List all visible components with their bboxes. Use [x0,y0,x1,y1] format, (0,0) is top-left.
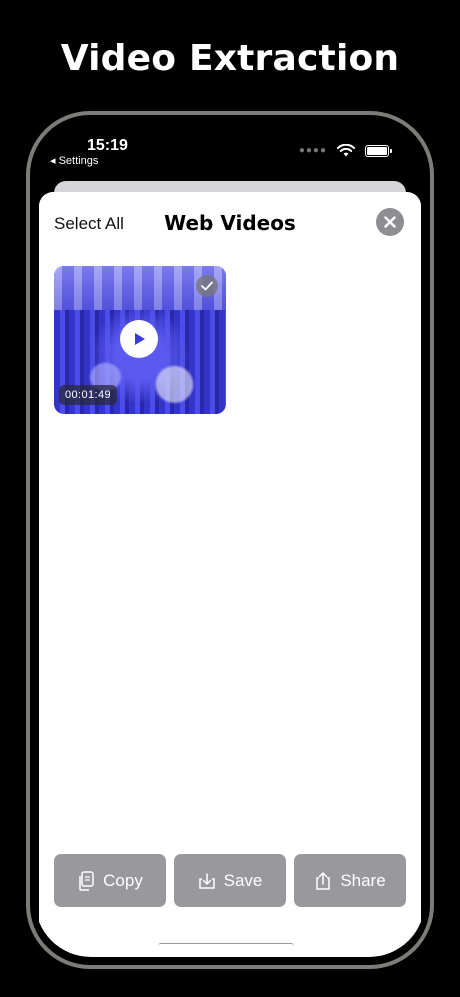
close-button[interactable] [376,208,404,236]
signal-dots-icon: ●●●● [298,145,327,156]
play-icon[interactable] [120,320,158,358]
share-icon [316,871,331,890]
copy-label: Copy [103,870,143,890]
battery-icon [365,144,392,157]
video-duration: 00:01:49 [59,385,118,405]
back-to-settings-link[interactable]: ◂ Settings [50,154,98,167]
video-thumbnail[interactable]: 00:01:49 [54,266,226,414]
copy-icon [79,870,94,891]
save-label: Save [223,870,263,890]
web-videos-sheet: Select All Web Videos 00:01:49 Copy Save… [39,192,421,957]
save-button[interactable]: Save [174,854,286,907]
promo-headline: Video Extraction [60,38,400,79]
selected-check-icon[interactable] [196,275,218,297]
status-icons: ●●●● [298,144,392,157]
status-time: 15:19 [87,137,128,154]
home-indicator[interactable] [158,943,294,949]
action-bar: Copy Save Share [54,854,406,907]
phone-screen: 15:19 ◂ Settings ●●●● Select All Web Vid… [35,119,425,957]
save-download-icon [198,872,215,889]
wifi-icon [337,144,355,157]
copy-button[interactable]: Copy [54,854,166,907]
share-label: Share [340,870,386,890]
share-button[interactable]: Share [294,854,406,907]
close-icon [384,216,396,228]
sheet-title: Web Videos [164,211,296,235]
